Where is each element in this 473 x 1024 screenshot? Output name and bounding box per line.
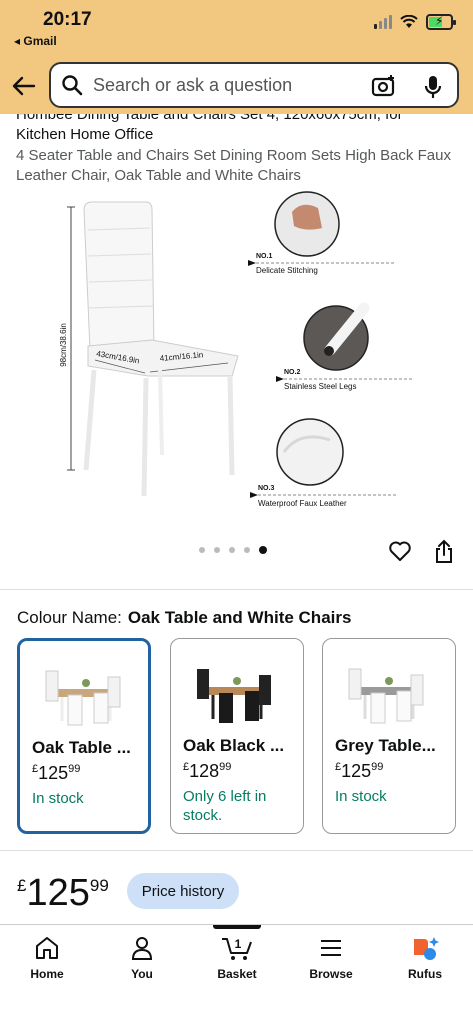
heart-icon[interactable] (388, 539, 412, 563)
feature-3-label: Waterproof Faux Leather (258, 499, 347, 508)
active-tab-indicator (213, 925, 261, 929)
product-title-line-2: Kitchen Home Office (16, 126, 154, 143)
variant-thumbnail (197, 669, 271, 723)
variant-oak-black[interactable]: Oak Black ... £12899 Only 6 left in stoc… (170, 638, 304, 834)
variant-grey-table[interactable]: Grey Table... £12599 In stock (322, 638, 456, 834)
feature-2-label: Stainless Steel Legs (284, 382, 357, 391)
colour-selected-value: Oak Table and White Chairs (127, 608, 352, 627)
status-time: 20:17 (43, 9, 92, 30)
feature-3-number: NO.3 (258, 485, 274, 492)
basket-count: 1 (235, 937, 242, 951)
divider (0, 589, 473, 590)
carousel-dot[interactable] (199, 547, 205, 553)
variant-thumbnail (45, 670, 121, 726)
product-subtitle: 4 Seater Table and Chairs Set Dining Roo… (16, 147, 451, 184)
battery-icon: ⚡ (426, 14, 456, 30)
variant-price: £12899 (183, 761, 232, 781)
variant-stock-status: In stock (32, 790, 84, 807)
feature-2-number: NO.2 (284, 369, 300, 376)
variant-oak-white[interactable]: Oak Table ... £12599 In stock (17, 638, 151, 834)
feature-1-label: Delicate Stitching (256, 266, 318, 275)
carousel-dot[interactable] (214, 547, 220, 553)
divider (0, 850, 473, 851)
colour-label-text: Colour Name: (17, 608, 122, 627)
product-title-line-1: Hombee Dining Table and Chairs Set 4, 12… (16, 114, 403, 123)
variant-price: £12599 (32, 763, 81, 783)
product-price: £12599 (17, 872, 109, 914)
rufus-icon (414, 937, 439, 960)
carousel-dot-active[interactable] (259, 546, 267, 554)
carousel-dot[interactable] (229, 547, 235, 553)
menu-icon (321, 940, 341, 956)
back-to-gmail-link[interactable]: ◂ Gmail (14, 34, 57, 48)
bottom-navigation: Home You 1 Basket Browse Rufus (0, 924, 473, 1024)
camera-search-icon[interactable] (371, 74, 397, 98)
back-arrow-icon[interactable] (10, 72, 38, 100)
search-icon (62, 75, 83, 96)
person-icon (131, 937, 153, 960)
height-dimension-label: 98cm/38.6in (59, 323, 68, 367)
search-input[interactable] (93, 74, 333, 96)
nav-rufus[interactable]: Rufus (395, 935, 455, 981)
variant-price: £12599 (335, 761, 384, 781)
variant-stock-status: In stock (335, 788, 387, 805)
nav-browse[interactable]: Browse (301, 935, 361, 981)
status-icons: ⚡ (374, 14, 456, 30)
variant-name: Oak Table ... (32, 738, 131, 757)
variant-thumbnail (348, 668, 424, 724)
carousel-dot[interactable] (244, 547, 250, 553)
wifi-icon (400, 15, 418, 28)
signal-icon (374, 15, 392, 29)
app-header: 20:17 ◂ Gmail ⚡ (0, 0, 473, 114)
microphone-icon[interactable] (423, 74, 443, 100)
nav-you[interactable]: You (112, 935, 172, 981)
price-history-button[interactable]: Price history (127, 873, 239, 909)
carousel-dots[interactable] (199, 546, 267, 554)
product-image[interactable]: 98cm/38.6in 43cm/16.9in 41cm/16.1in NO.1… (0, 190, 473, 520)
colour-name-label: Colour Name: Oak Table and White Chairs (17, 608, 351, 628)
variant-name: Grey Table... (335, 736, 436, 755)
share-icon[interactable] (433, 539, 455, 565)
nav-basket[interactable]: 1 Basket (207, 935, 267, 981)
variant-stock-status: Only 6 left in stock. (183, 788, 267, 824)
product-title: Hombee Dining Table and Chairs Set 4, 12… (0, 114, 473, 144)
feature-1-number: NO.1 (256, 253, 272, 260)
home-icon (36, 937, 58, 959)
basket-icon: 1 (222, 937, 252, 960)
faux-leather-detail-thumb (276, 418, 344, 486)
variant-name: Oak Black ... (183, 736, 285, 755)
nav-home[interactable]: Home (17, 935, 77, 981)
search-bar[interactable] (49, 62, 459, 108)
